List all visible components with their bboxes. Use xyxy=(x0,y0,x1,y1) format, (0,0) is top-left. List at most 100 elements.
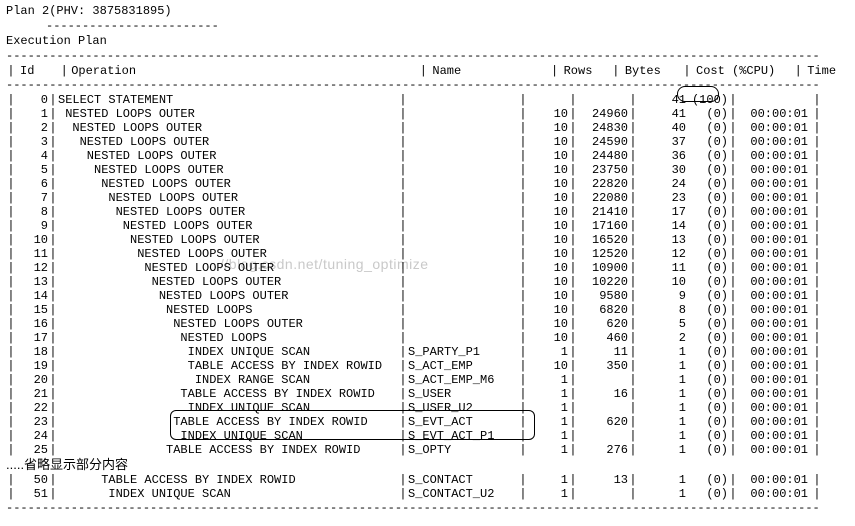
cell-time: 00:00:01 xyxy=(738,233,812,248)
cell-operation: NESTED LOOPS OUTER xyxy=(58,177,398,192)
cell-operation: NESTED LOOPS OUTER xyxy=(58,107,398,122)
plan-header-row: |Id |Operation |Name |Rows |Bytes |Cost … xyxy=(6,64,849,78)
cell-rows: 10 xyxy=(528,303,568,318)
omitted-content-note: .....省略显示部分内容 xyxy=(6,457,849,473)
cell-time: 00:00:01 xyxy=(738,163,812,178)
cell-cost: 30 xyxy=(638,163,686,178)
cell-bytes: 17160 xyxy=(578,219,628,234)
plan-row: |50| TABLE ACCESS BY INDEX ROWID|S_CONTA… xyxy=(6,473,849,487)
cell-operation: TABLE ACCESS BY INDEX ROWID xyxy=(58,359,398,374)
cell-id: 18 xyxy=(16,345,48,360)
cell-rows: 10 xyxy=(528,247,568,262)
cell-bytes: 23750 xyxy=(578,163,628,178)
hdr-name: Name xyxy=(428,64,542,79)
cell-rows: 10 xyxy=(528,177,568,192)
cell-bytes: 620 xyxy=(578,317,628,332)
cell-cpu: (0) xyxy=(686,387,728,402)
plan-row: |16| NESTED LOOPS OUTER||10|620|5(0)|00:… xyxy=(6,317,849,331)
cell-bytes: 22080 xyxy=(578,191,628,206)
cell-rows: 1 xyxy=(528,429,568,444)
plan-row: |23| TABLE ACCESS BY INDEX ROWID|S_EVT_A… xyxy=(6,415,849,429)
cell-cost: 1 xyxy=(638,345,686,360)
cell-id: 16 xyxy=(16,317,48,332)
cell-rows: 10 xyxy=(528,163,568,178)
hdr-bytes: Bytes xyxy=(621,64,675,79)
cell-cost: 1 xyxy=(638,487,686,502)
cell-id: 0 xyxy=(16,93,48,108)
cell-bytes: 620 xyxy=(578,415,628,430)
cell-operation: NESTED LOOPS OUTER xyxy=(58,275,398,290)
cell-id: 12 xyxy=(16,261,48,276)
cell-time: 00:00:01 xyxy=(738,429,812,444)
cell-bytes: 24590 xyxy=(578,135,628,150)
cell-name: S_USER xyxy=(408,387,518,402)
cell-cost: 17 xyxy=(638,205,686,220)
cell-id: 22 xyxy=(16,401,48,416)
divider: ----------------------------------------… xyxy=(6,49,849,64)
cell-time: 00:00:01 xyxy=(738,205,812,220)
cell-time: 00:00:01 xyxy=(738,191,812,206)
plan-row: |6| NESTED LOOPS OUTER||10|22820|24(0)|0… xyxy=(6,177,849,191)
cell-time: 00:00:01 xyxy=(738,401,812,416)
cell-operation: TABLE ACCESS BY INDEX ROWID xyxy=(58,443,398,458)
cell-rows: 10 xyxy=(528,219,568,234)
cell-operation: INDEX UNIQUE SCAN xyxy=(58,401,398,416)
cell-cost: 1 xyxy=(638,415,686,430)
cell-bytes: 9580 xyxy=(578,289,628,304)
hdr-operation: Operation xyxy=(69,64,411,79)
cell-time: 00:00:01 xyxy=(738,415,812,430)
cell-id: 3 xyxy=(16,135,48,150)
cell-cpu: (0) xyxy=(686,303,728,318)
cell-cpu: (0) xyxy=(686,205,728,220)
cell-operation: SELECT STATEMENT xyxy=(58,93,398,108)
cell-rows: 1 xyxy=(528,473,568,488)
cell-cpu: (0) xyxy=(686,331,728,346)
cell-time: 00:00:01 xyxy=(738,177,812,192)
hdr-time: Time xyxy=(803,64,855,79)
cell-cpu: (0) xyxy=(686,401,728,416)
cell-cpu: (0) xyxy=(686,149,728,164)
plan-row: |10| NESTED LOOPS OUTER||10|16520|13(0)|… xyxy=(6,233,849,247)
cell-time: 00:00:01 xyxy=(738,359,812,374)
plan-row: |5| NESTED LOOPS OUTER||10|23750|30(0)|0… xyxy=(6,163,849,177)
cell-cpu: (0) xyxy=(686,345,728,360)
cell-rows: 10 xyxy=(528,107,568,122)
cell-time: 00:00:01 xyxy=(738,261,812,276)
cell-rows: 10 xyxy=(528,261,568,276)
cell-bytes: 460 xyxy=(578,331,628,346)
cell-cpu: (0) xyxy=(686,443,728,458)
cell-time: 00:00:01 xyxy=(738,219,812,234)
cell-cost: 13 xyxy=(638,233,686,248)
cell-rows: 10 xyxy=(528,191,568,206)
cell-cost: 1 xyxy=(638,401,686,416)
divider: ------------------------ xyxy=(6,19,849,34)
plan-row: |18| INDEX UNIQUE SCAN|S_PARTY_P1|1|11|1… xyxy=(6,345,849,359)
cell-cost: 5 xyxy=(638,317,686,332)
execution-plan-page: //blog.csdn.net/tuning_optimize Plan 2(P… xyxy=(0,0,855,526)
plan-body: |0|SELECT STATEMENT||||41(100)|||1| NEST… xyxy=(6,93,849,457)
cell-cpu: (0) xyxy=(686,275,728,290)
plan-row: |22| INDEX UNIQUE SCAN|S_USER_U2|1||1(0)… xyxy=(6,401,849,415)
hdr-rows: Rows xyxy=(560,64,604,79)
cell-operation: INDEX UNIQUE SCAN xyxy=(58,487,398,502)
cell-cpu: (0) xyxy=(686,487,728,502)
cell-bytes: 24480 xyxy=(578,149,628,164)
cell-cost: 11 xyxy=(638,261,686,276)
cell-operation: NESTED LOOPS OUTER xyxy=(58,205,398,220)
cell-operation: NESTED LOOPS OUTER xyxy=(58,233,398,248)
cell-rows: 10 xyxy=(528,331,568,346)
cell-time: 00:00:01 xyxy=(738,317,812,332)
plan-row: |8| NESTED LOOPS OUTER||10|21410|17(0)|0… xyxy=(6,205,849,219)
cell-cost: 12 xyxy=(638,247,686,262)
cell-bytes: 10900 xyxy=(578,261,628,276)
cell-time: 00:00:01 xyxy=(738,149,812,164)
cell-cost: 1 xyxy=(638,429,686,444)
cell-cpu: (0) xyxy=(686,177,728,192)
cell-cpu: (0) xyxy=(686,317,728,332)
cell-cpu: (0) xyxy=(686,233,728,248)
plan-row: |19| TABLE ACCESS BY INDEX ROWID|S_ACT_E… xyxy=(6,359,849,373)
cell-operation: NESTED LOOPS OUTER xyxy=(58,121,398,136)
plan-row: |20| INDEX RANGE SCAN|S_ACT_EMP_M6|1||1(… xyxy=(6,373,849,387)
cell-name: S_CONTACT xyxy=(408,473,518,488)
plan-row: |7| NESTED LOOPS OUTER||10|22080|23(0)|0… xyxy=(6,191,849,205)
